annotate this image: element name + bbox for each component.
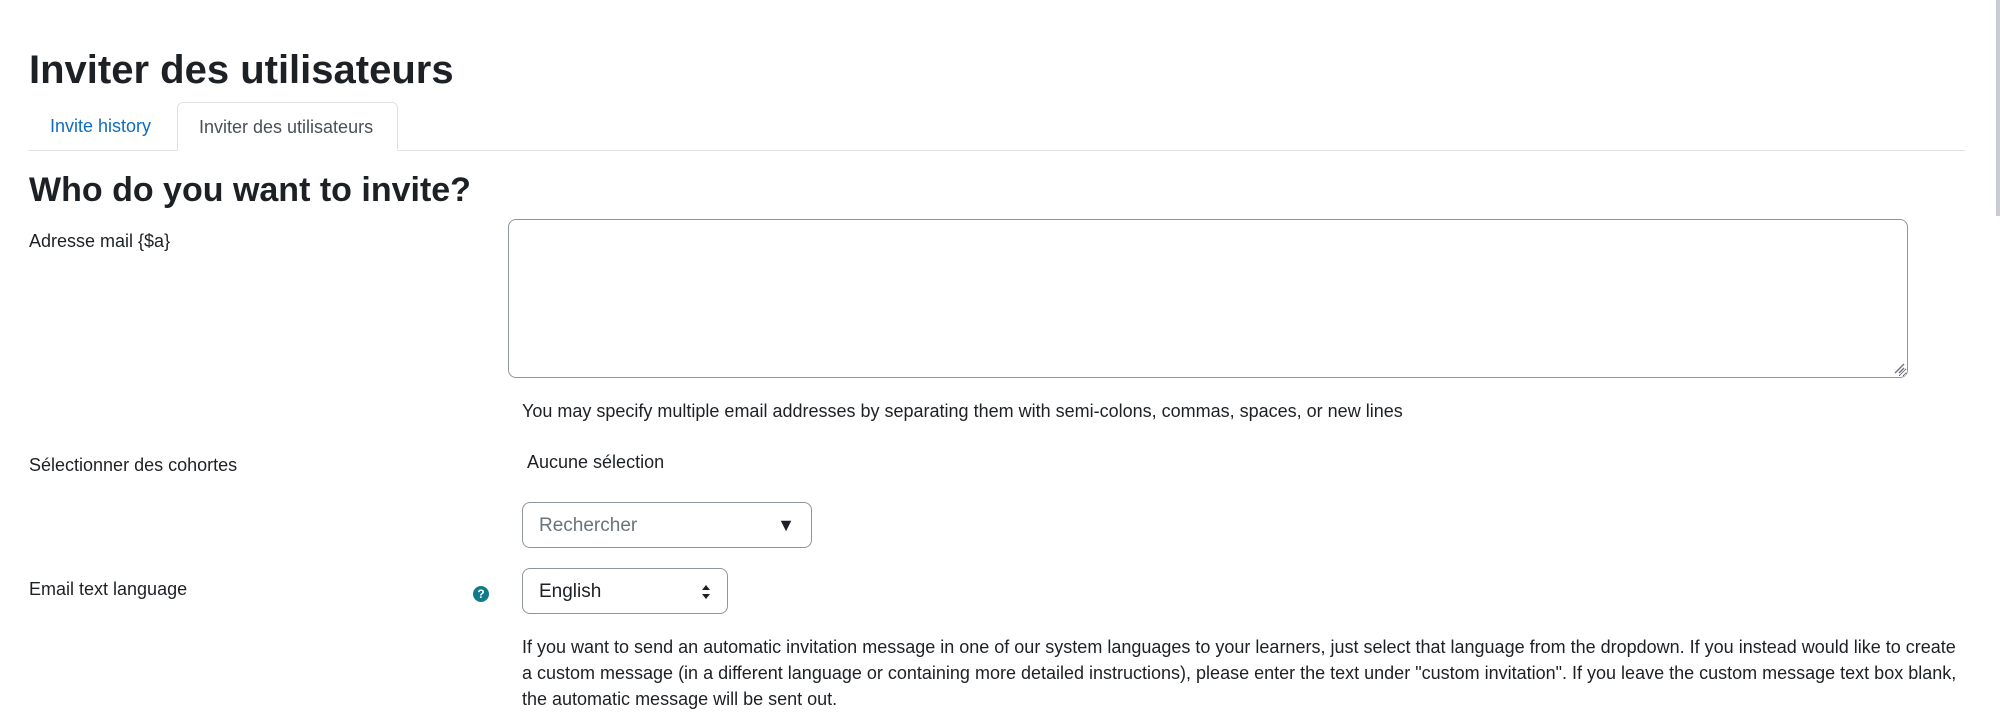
language-help-text: If you want to send an automatic invitat… [522,637,1957,709]
sort-arrows-icon [702,585,710,599]
email-label: Adresse mail {$a} [29,231,171,251]
email-help-text: You may specify multiple email addresses… [522,401,1403,421]
email-textarea[interactable] [508,219,1908,378]
section-heading: Who do you want to invite? [29,171,471,209]
page-content: Inviter des utilisateurs Invite history … [29,0,1965,723]
cohorts-search-placeholder: Rechercher [539,515,638,536]
tab-invite-history[interactable]: Invite history [29,102,177,150]
page-scrollbar[interactable] [1996,0,2000,216]
cohorts-selection: Aucune sélection [527,452,665,472]
language-label: Email text language [29,579,188,599]
cohorts-search-dropdown[interactable]: Rechercher ▼ [522,502,812,548]
cohorts-label: Sélectionner des cohortes [29,455,238,475]
tab-invite-users[interactable]: Inviter des utilisateurs [177,102,398,151]
language-select[interactable]: English [522,568,728,614]
page-title: Inviter des utilisateurs [29,48,454,92]
resize-grip-icon[interactable] [1893,362,1905,374]
caret-down-icon: ▼ [777,515,795,535]
question-circle-icon[interactable]: ? [473,586,489,602]
language-selected-value: English [539,581,602,602]
tab-bar: Invite history Inviter des utilisateurs [29,102,1965,151]
